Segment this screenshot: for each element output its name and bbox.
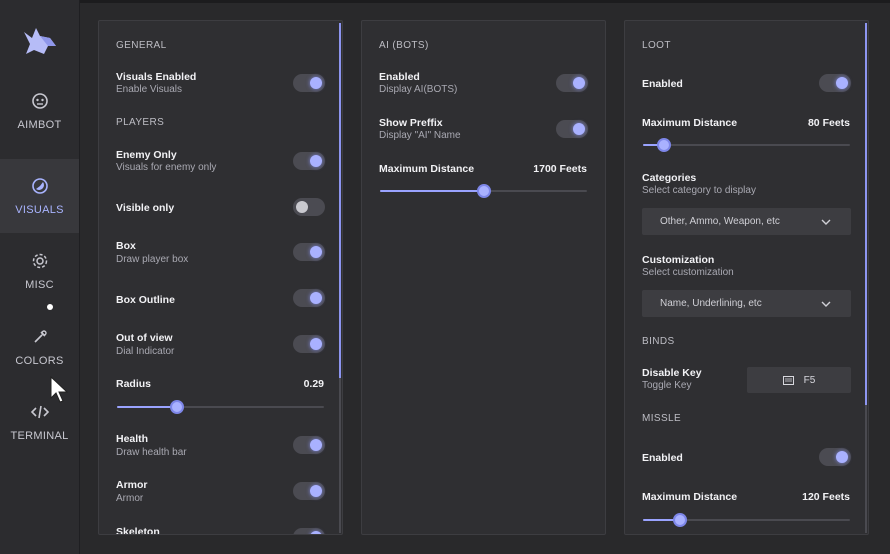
sidebar-item-visuals[interactable]: VISUALS	[0, 159, 79, 233]
disable-key-sub: Toggle Key	[642, 380, 692, 391]
visible-only-label: Visible only	[116, 202, 175, 214]
box-label: Box	[116, 240, 136, 252]
out-of-view-label: Out of view	[116, 332, 173, 344]
loot-enabled-label: Enabled	[642, 78, 683, 90]
sidebar-item-label: VISUALS	[15, 204, 64, 216]
show-prefix-label: Show Preffix	[379, 117, 443, 129]
armor-toggle[interactable]	[293, 482, 325, 500]
radius-value: 0.29	[303, 378, 324, 390]
chevron-down-icon	[821, 219, 831, 225]
box-sub: Draw player box	[116, 254, 189, 265]
out-of-view-sub: Dial Indicator	[116, 346, 175, 357]
loot-enabled-toggle[interactable]	[819, 74, 851, 92]
scrollbar-thumb[interactable]	[339, 23, 341, 378]
customization-label: Customization	[642, 254, 715, 266]
sidebar-item-label: TERMINAL	[10, 430, 69, 442]
radius-slider[interactable]	[117, 400, 324, 414]
section-title-missle: MISSLE	[642, 413, 682, 424]
enemy-only-label: Enemy Only	[116, 149, 177, 161]
box-toggle[interactable]	[293, 243, 325, 261]
enemy-only-toggle[interactable]	[293, 152, 325, 170]
categories-selected: Other, Ammo, Weapon, etc	[660, 216, 780, 227]
slider-thumb[interactable]	[673, 513, 688, 527]
ai-max-distance-slider[interactable]	[380, 184, 587, 198]
loot-max-distance-label: Maximum Distance	[642, 117, 738, 129]
section-title-loot: LOOT	[642, 40, 671, 51]
missle-enabled-label: Enabled	[642, 452, 683, 464]
sidebar-item-colors[interactable]: COLORS	[0, 310, 79, 384]
show-prefix-toggle[interactable]	[556, 120, 588, 138]
chevron-down-icon	[821, 301, 831, 307]
health-toggle[interactable]	[293, 436, 325, 454]
ai-enabled-label: Enabled	[379, 71, 420, 83]
sidebar: AIMBOT VISUALS MISC COLORS TERMINAL	[0, 0, 80, 554]
categories-dropdown[interactable]: Other, Ammo, Weapon, etc	[642, 208, 851, 235]
enemy-only-sub: Visuals for enemy only	[116, 162, 217, 173]
show-prefix-sub: Display "AI" Name	[379, 130, 461, 141]
box-outline-toggle[interactable]	[293, 289, 325, 307]
top-bar	[0, 0, 890, 3]
eyedropper-icon	[30, 327, 50, 347]
sidebar-item-aimbot[interactable]: AIMBOT	[0, 74, 79, 148]
section-title-ai-bots: AI (BOTS)	[379, 40, 429, 51]
ai-max-distance-label: Maximum Distance	[379, 163, 475, 175]
box-outline-label: Box Outline	[116, 294, 175, 306]
customization-sub: Select customization	[642, 267, 734, 278]
visuals-enabled-label: Visuals Enabled	[116, 71, 197, 83]
categories-sub: Select category to display	[642, 185, 756, 196]
code-icon	[30, 402, 50, 422]
general-panel: GENERAL Visuals Enabled Enable Visuals P…	[98, 20, 343, 535]
visuals-enabled-sub: Enable Visuals	[116, 84, 182, 95]
health-sub: Draw health bar	[116, 447, 187, 458]
missle-max-distance-label: Maximum Distance	[642, 491, 738, 503]
ai-enabled-sub: Display AI(BOTS)	[379, 84, 458, 95]
armor-label: Armor	[116, 479, 148, 491]
sidebar-item-label: MISC	[25, 279, 54, 291]
scrollbar-thumb[interactable]	[865, 23, 867, 405]
eye-icon	[30, 176, 50, 196]
robot-icon	[30, 91, 50, 111]
missle-max-distance-value: 120 Feets	[802, 491, 850, 503]
section-title-players: PLAYERS	[116, 117, 165, 128]
health-label: Health	[116, 433, 149, 445]
mouse-cursor-icon	[50, 376, 69, 403]
ai-enabled-toggle[interactable]	[556, 74, 588, 92]
slider-thumb[interactable]	[476, 184, 491, 198]
out-of-view-toggle[interactable]	[293, 335, 325, 353]
wolf-logo-icon	[20, 24, 60, 60]
radius-label: Radius	[116, 378, 152, 390]
section-title-general: GENERAL	[116, 40, 167, 51]
slider-thumb[interactable]	[170, 400, 185, 414]
section-title-binds: BINDS	[642, 336, 675, 347]
visible-only-toggle[interactable]	[293, 198, 325, 216]
keyboard-icon	[782, 375, 794, 385]
loot-panel: LOOT Enabled Maximum Distance 80 Feets C…	[624, 20, 869, 535]
armor-sub: Armor	[116, 493, 144, 504]
ai-max-distance-value: 1700 Feets	[533, 163, 587, 175]
ai-bots-panel: AI (BOTS) Enabled Display AI(BOTS) Show …	[361, 20, 606, 535]
sidebar-item-label: COLORS	[15, 355, 64, 367]
disable-key-label: Disable Key	[642, 367, 702, 379]
sidebar-item-label: AIMBOT	[17, 119, 62, 131]
missle-max-distance-slider[interactable]	[643, 513, 850, 527]
customization-selected: Name, Underlining, etc	[660, 298, 762, 309]
skeleton-toggle[interactable]	[293, 528, 325, 534]
categories-label: Categories	[642, 172, 697, 184]
customization-dropdown[interactable]: Name, Underlining, etc	[642, 290, 851, 317]
loot-max-distance-value: 80 Feets	[807, 117, 850, 129]
skeleton-label: Skeleton	[116, 526, 160, 535]
gear-icon	[30, 251, 50, 271]
sidebar-item-misc[interactable]: MISC	[0, 234, 79, 308]
missle-enabled-toggle[interactable]	[819, 448, 851, 466]
disable-key-button[interactable]: F5	[747, 367, 851, 393]
slider-thumb[interactable]	[656, 138, 671, 152]
visuals-enabled-toggle[interactable]	[293, 74, 325, 92]
disable-key-value: F5	[803, 374, 816, 386]
loot-max-distance-slider[interactable]	[643, 138, 850, 152]
